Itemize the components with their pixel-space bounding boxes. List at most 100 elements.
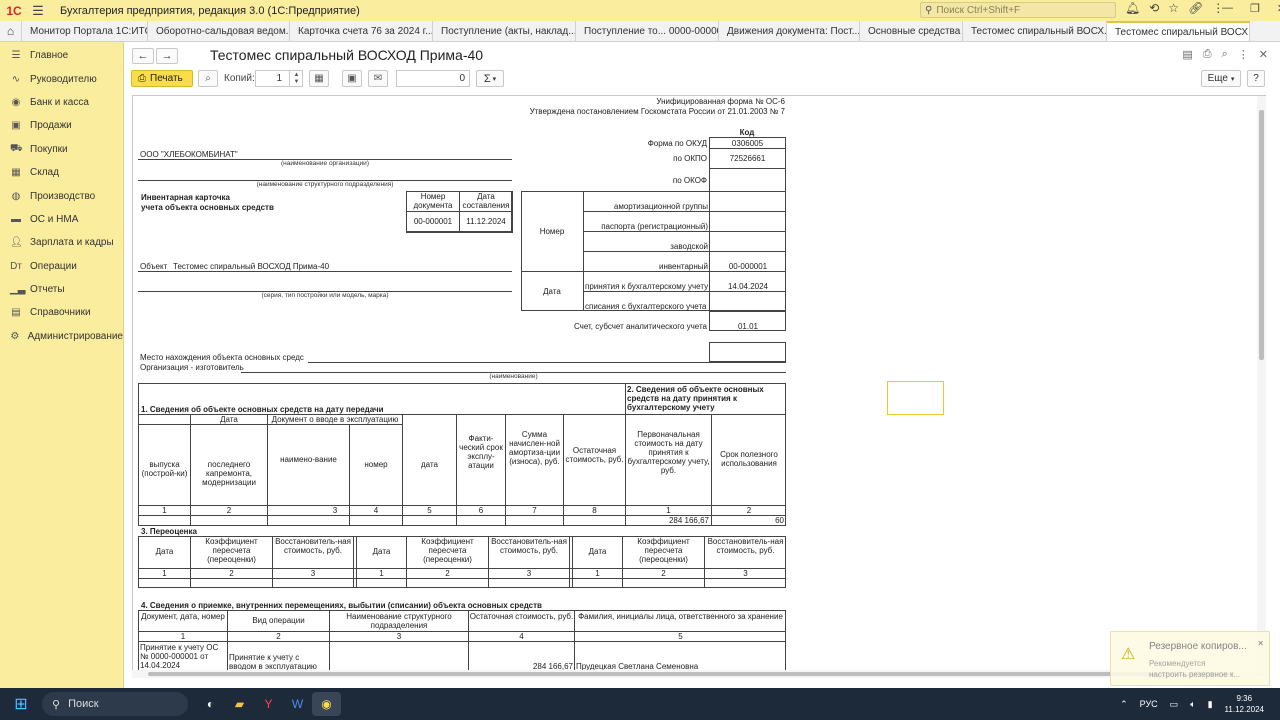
s3-col-coef-1: Коэффициент пересчета (переоценки) bbox=[205, 537, 258, 564]
printed-form[interactable]: Унифицированная форма № ОС-6 Утверждена … bbox=[132, 95, 1266, 675]
s1-num-7: 7 bbox=[532, 506, 537, 515]
1c-app-icon[interactable]: ◉ bbox=[312, 692, 341, 716]
vertical-scrollbar[interactable] bbox=[1257, 96, 1266, 674]
sidebar-item-purchases[interactable]: ⛟ Покупки bbox=[0, 138, 123, 161]
main-menu-icon[interactable]: ☰ bbox=[28, 3, 48, 19]
form-unified-label: Унифицированная форма № ОС-6 bbox=[656, 97, 785, 106]
s1-doc-header: Документ о вводе в эксплуатацию bbox=[271, 415, 399, 424]
tab-portal-monitor[interactable]: Монитор Портала 1С:ИТС✕ bbox=[22, 21, 148, 41]
factory-label: заводской bbox=[670, 242, 708, 251]
back-button[interactable]: ← bbox=[132, 48, 154, 64]
sidebar-item-catalogs[interactable]: ▤ Справочники bbox=[0, 301, 123, 324]
save-icon[interactable]: ▤ bbox=[1182, 48, 1192, 61]
network-icon[interactable]: ▭ bbox=[1170, 699, 1179, 710]
tab-osv[interactable]: Оборотно-сальдовая ведом...✕ bbox=[148, 21, 290, 41]
bell-icon[interactable]: 🔔︎ bbox=[1125, 1, 1140, 15]
s2-num-2: 2 bbox=[746, 506, 752, 515]
s3-num-2a: 2 bbox=[229, 569, 234, 578]
department-caption: (наименование структурного подразделения… bbox=[256, 181, 394, 188]
s4-col-person: Фамилия, инициалы лица, ответственного з… bbox=[578, 612, 783, 621]
sidebar-item-main[interactable]: ☰ Главное bbox=[0, 44, 123, 67]
close-icon[interactable]: ✕ bbox=[1259, 48, 1268, 61]
page-title: Тестомес спиральный ВОСХОД Прима-40 bbox=[210, 47, 484, 63]
open-tabs-bar: ⌂ Монитор Портала 1С:ИТС✕ Оборотно-сальд… bbox=[0, 21, 1280, 42]
help-button[interactable]: ? bbox=[1247, 70, 1265, 87]
sidebar-item-bank[interactable]: ◉ Банк и касса bbox=[0, 91, 123, 114]
horizontal-scrollbar[interactable] bbox=[132, 670, 1257, 678]
floppy-icon: ▣ bbox=[347, 73, 357, 84]
sidebar-item-warehouse[interactable]: ▦ Склад bbox=[0, 161, 123, 184]
minimize-icon[interactable]: — bbox=[1222, 2, 1233, 15]
s1-num-4: 4 bbox=[373, 506, 379, 515]
chevron-up-icon[interactable]: ⌃ bbox=[1120, 699, 1128, 710]
s4-num-3: 3 bbox=[396, 632, 402, 641]
volume-icon[interactable]: 🔈︎ bbox=[1190, 699, 1195, 710]
tab-receipt-doc[interactable]: Поступление то... 0000-000002✕ bbox=[576, 21, 719, 41]
sum-button[interactable]: Σ ▾ bbox=[476, 70, 504, 87]
box-icon: ▦ bbox=[11, 167, 21, 179]
s3-num-1a: 1 bbox=[162, 569, 167, 578]
doc-number-header: Номер документа bbox=[413, 192, 453, 210]
tab-doc-movements[interactable]: Движения документа: Пост...✕ bbox=[719, 21, 860, 41]
preview-icon[interactable]: ⌕ bbox=[1222, 48, 1228, 61]
section-3-title: 3. Переоценка bbox=[141, 527, 197, 536]
tab-account-card[interactable]: Карточка счета 76 за 2024 г...✕ bbox=[290, 21, 433, 41]
folder-icon[interactable]: ▰ bbox=[225, 692, 254, 716]
global-search-input[interactable]: ⚲ Поиск Ctrl+Shift+F bbox=[920, 2, 1116, 18]
tab-fixed-assets[interactable]: Основные средства✕ bbox=[860, 21, 963, 41]
sidebar-item-assets[interactable]: ▬ ОС и НМА bbox=[0, 208, 123, 231]
chevron-down-icon: ▾ bbox=[1230, 75, 1235, 83]
s1-num-6: 6 bbox=[478, 506, 484, 515]
link-icon[interactable]: 🔗︎ bbox=[1188, 1, 1203, 15]
edit-button[interactable]: ▦ bbox=[309, 70, 329, 87]
clock[interactable]: 9:36 11.12.2024 bbox=[1225, 693, 1264, 715]
tab-asset-card[interactable]: Тестомес спиральный ВОСХ...✕ bbox=[963, 21, 1107, 41]
s1-num-1: 1 bbox=[162, 506, 167, 515]
history-icon[interactable]: ⟲ bbox=[1149, 1, 1159, 15]
taskbar-search[interactable]: ⚲ Поиск bbox=[42, 692, 188, 716]
s1-col-3: наимено-вание bbox=[280, 455, 337, 464]
sidebar-item-production[interactable]: ◍ Производство bbox=[0, 184, 123, 207]
windows-start-icon[interactable]: ⊞ bbox=[0, 694, 42, 714]
sidebar-item-salary[interactable]: 👤︎ Зарплата и кадры bbox=[0, 231, 123, 254]
copies-stepper[interactable]: ▲ ▼ bbox=[289, 70, 303, 87]
account-value: 01.01 bbox=[737, 322, 759, 331]
s3-col-date-1: Дата bbox=[155, 547, 174, 556]
save-file-button[interactable]: ▣ bbox=[342, 70, 362, 87]
star-icon[interactable]: ☆ bbox=[1168, 1, 1179, 15]
close-icon[interactable]: ✕ bbox=[1257, 639, 1264, 648]
notification-title: Резервное копиров... bbox=[1149, 641, 1247, 652]
sidebar-item-reports[interactable]: ▁▃ Отчеты bbox=[0, 278, 123, 301]
tab-receipt[interactable]: Поступление (акты, наклад...✕ bbox=[433, 21, 576, 41]
s1-col-10: Срок полезного использования bbox=[720, 450, 778, 468]
sidebar-item-operations[interactable]: Dт Операции bbox=[0, 255, 123, 278]
s1-col-6: Факти-ческий срок эксплу-атации bbox=[459, 434, 503, 470]
sidebar-item-manager[interactable]: ∿ Руководителю bbox=[0, 67, 123, 90]
backup-notification[interactable]: ⚠ Резервное копиров... Рекомендуется наст… bbox=[1110, 631, 1270, 686]
word-icon[interactable]: W bbox=[283, 692, 312, 716]
selected-cell[interactable] bbox=[887, 381, 944, 415]
tab-asset-card-print[interactable]: Тестомес спиральный ВОСХ...✕ bbox=[1107, 21, 1250, 41]
s4-num-1: 1 bbox=[180, 632, 186, 641]
print-icon[interactable]: ⎙ bbox=[1203, 48, 1212, 61]
more-icon[interactable]: ⋮ bbox=[1238, 48, 1249, 61]
sidebar-item-admin[interactable]: ⚙ Администрирование bbox=[0, 325, 123, 348]
sidebar-item-sales[interactable]: ▣ Продажи bbox=[0, 114, 123, 137]
object-value: Тестомес спиральный ВОСХОД Прима-40 bbox=[173, 262, 330, 271]
s3-num-2b: 2 bbox=[445, 569, 450, 578]
language-indicator[interactable]: РУС bbox=[1140, 699, 1158, 709]
forward-button[interactable]: → bbox=[156, 48, 178, 64]
yandex-browser-icon[interactable]: Y bbox=[254, 692, 283, 716]
s3-col-cost-3: Восстановитель-ная стоимость, руб. bbox=[707, 537, 784, 555]
more-button[interactable]: Еще ▾ bbox=[1201, 70, 1241, 87]
doc-number-value: 00-000001 bbox=[413, 217, 453, 226]
edge-icon[interactable]: ◐ bbox=[196, 692, 225, 716]
s4-row-operation: Принятие к учету с вводом в эксплуатацию bbox=[229, 653, 317, 671]
preview-button[interactable]: ⌕ bbox=[198, 70, 218, 87]
print-button[interactable]: ⎙ Печать bbox=[131, 70, 193, 87]
sum-field[interactable]: 0 bbox=[396, 70, 470, 87]
restore-icon[interactable]: ❐ bbox=[1250, 2, 1260, 15]
battery-icon[interactable]: ▮ bbox=[1208, 699, 1213, 710]
email-button[interactable]: ✉ bbox=[368, 70, 388, 87]
home-icon[interactable]: ⌂ bbox=[0, 21, 22, 41]
